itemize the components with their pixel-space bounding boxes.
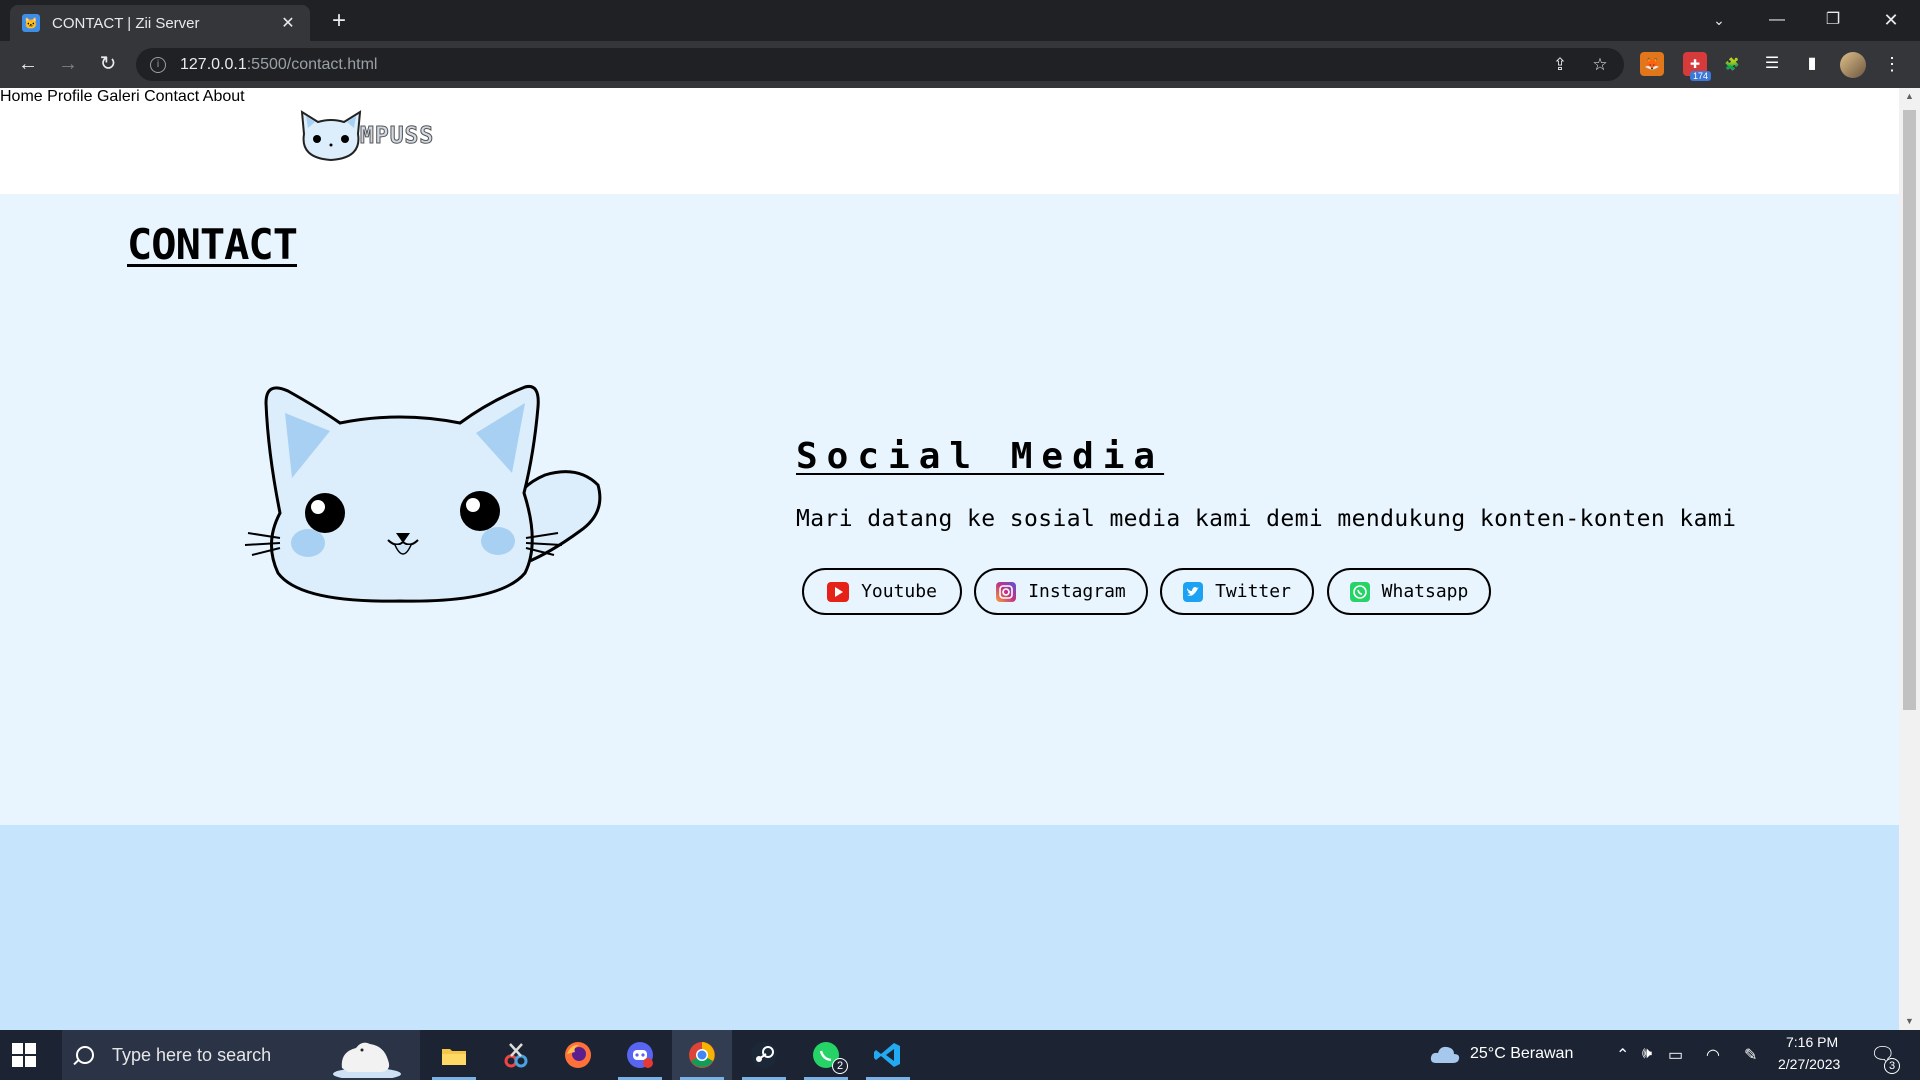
url-text[interactable]: 127.0.0.1:5500/contact.html (180, 56, 377, 74)
profile-avatar[interactable] (1840, 52, 1866, 78)
polar-bear-search-art-icon (333, 1042, 401, 1078)
footer-section (0, 825, 1899, 1030)
page-scrollbar[interactable]: ▲ ▼ (1899, 88, 1920, 1030)
steam-icon[interactable] (734, 1030, 794, 1080)
page-title: CONTACT (127, 220, 298, 269)
weather-text[interactable]: 25°C Berawan (1470, 1045, 1573, 1063)
whatsapp-badge: 2 (832, 1058, 848, 1074)
instagram-label: Instagram (1028, 581, 1126, 602)
discord-icon[interactable] (610, 1030, 670, 1080)
windows-taskbar: Type here to search 2 25°C Berawan ⌃ 🕪 ▭… (0, 1030, 1920, 1080)
nav-about[interactable]: About (203, 88, 245, 105)
notification-count-badge: 3 (1884, 1058, 1900, 1074)
volume-icon[interactable]: 🕪 (1642, 1045, 1652, 1063)
twitter-label: Twitter (1215, 581, 1291, 602)
youtube-label: Youtube (861, 581, 937, 602)
nav-home[interactable]: Home (0, 88, 43, 105)
media-queue-icon[interactable]: ☰ (1760, 52, 1784, 76)
vscode-icon[interactable] (858, 1030, 918, 1080)
browser-tab-strip: 🐱 CONTACT | Zii Server ✕ + ⌄ — ❐ ✕ (0, 0, 1920, 41)
clock-time[interactable]: 7:16 PM (1786, 1034, 1838, 1050)
main-nav: Home Profile Galeri Contact About (0, 88, 1899, 106)
cat-illustration-icon (244, 384, 602, 603)
nav-contact[interactable]: Contact (144, 88, 199, 105)
logo-text: MPUSS (359, 123, 435, 150)
site-info-icon[interactable]: i (150, 56, 166, 73)
scrollbar-thumb[interactable] (1903, 110, 1916, 710)
side-panel-icon[interactable]: ▮ (1800, 52, 1824, 76)
browser-tab[interactable]: 🐱 CONTACT | Zii Server ✕ (10, 5, 310, 41)
search-placeholder: Type here to search (112, 1044, 272, 1065)
tab-title: CONTACT | Zii Server (52, 14, 200, 32)
instagram-button[interactable]: Instagram (974, 568, 1148, 615)
pen-icon[interactable]: ✎ (1744, 1045, 1757, 1065)
twitter-button[interactable]: Twitter (1160, 568, 1314, 615)
close-tab-icon[interactable]: ✕ (278, 13, 298, 33)
nav-profile[interactable]: Profile (47, 88, 92, 105)
reload-icon[interactable]: ↻ (94, 50, 122, 78)
page-viewport: MPUSS Home Profile Galeri Contact About … (0, 88, 1899, 1030)
clock-date[interactable]: 2/27/2023 (1778, 1056, 1840, 1072)
menu-kebab-icon[interactable]: ⋮ (1880, 52, 1904, 76)
weather-cloud-icon[interactable] (1430, 1043, 1460, 1070)
scroll-up-icon[interactable]: ▲ (1899, 88, 1920, 105)
whatsapp-icon (1349, 581, 1370, 602)
address-bar[interactable]: i 127.0.0.1:5500/contact.html ⇪ ☆ (136, 48, 1624, 81)
close-window-button[interactable]: ✕ (1868, 4, 1914, 36)
battery-icon[interactable]: ▭ (1668, 1045, 1683, 1065)
nav-galeri[interactable]: Galeri (97, 88, 140, 105)
youtube-button[interactable]: Youtube (802, 568, 962, 615)
share-icon[interactable]: ⇪ (1548, 53, 1572, 77)
instagram-icon (996, 581, 1017, 602)
back-icon[interactable]: ← (14, 50, 42, 78)
site-logo[interactable]: MPUSS (296, 108, 434, 164)
file-explorer-icon[interactable] (424, 1030, 484, 1080)
whatsapp-taskbar-icon[interactable]: 2 (796, 1030, 856, 1080)
bookmark-star-icon[interactable]: ☆ (1588, 53, 1612, 77)
extension-badge: 174 (1690, 71, 1712, 81)
search-icon (76, 1046, 94, 1064)
cat-logo-icon (300, 110, 362, 162)
scroll-down-icon[interactable]: ▼ (1899, 1013, 1920, 1030)
whatsapp-button[interactable]: Whatsapp (1327, 568, 1491, 615)
tab-search-icon[interactable]: ⌄ (1696, 4, 1742, 36)
chrome-icon[interactable] (672, 1030, 732, 1080)
minimize-button[interactable]: — (1754, 4, 1800, 36)
site-header: MPUSS Home Profile Galeri Contact About (0, 88, 1899, 194)
social-media-heading: Social Media (796, 436, 1165, 477)
wifi-icon[interactable]: ◠ (1706, 1045, 1720, 1065)
social-media-description: Mari datang ke sosial media kami demi me… (796, 506, 1737, 532)
youtube-icon (827, 581, 850, 602)
whatsapp-label: Whatsapp (1381, 581, 1469, 602)
metamask-extension-icon[interactable]: 🦊 (1640, 52, 1664, 76)
browser-toolbar: ← → ↻ i 127.0.0.1:5500/contact.html ⇪ ☆ … (0, 41, 1920, 88)
puzzle-extensions-icon[interactable]: 🧩 (1720, 52, 1744, 76)
taskbar-search-box[interactable]: Type here to search (62, 1030, 420, 1080)
windows-start-icon[interactable] (12, 1043, 36, 1067)
restore-button[interactable]: ❐ (1810, 4, 1856, 36)
new-tab-button[interactable]: + (326, 8, 352, 34)
snipping-tool-icon[interactable] (486, 1030, 546, 1080)
chevron-up-icon[interactable]: ⌃ (1616, 1045, 1629, 1065)
firefox-icon[interactable] (548, 1030, 608, 1080)
forward-icon[interactable]: → (54, 50, 82, 78)
twitter-icon (1183, 581, 1204, 602)
cat-favicon-icon: 🐱 (22, 14, 40, 32)
